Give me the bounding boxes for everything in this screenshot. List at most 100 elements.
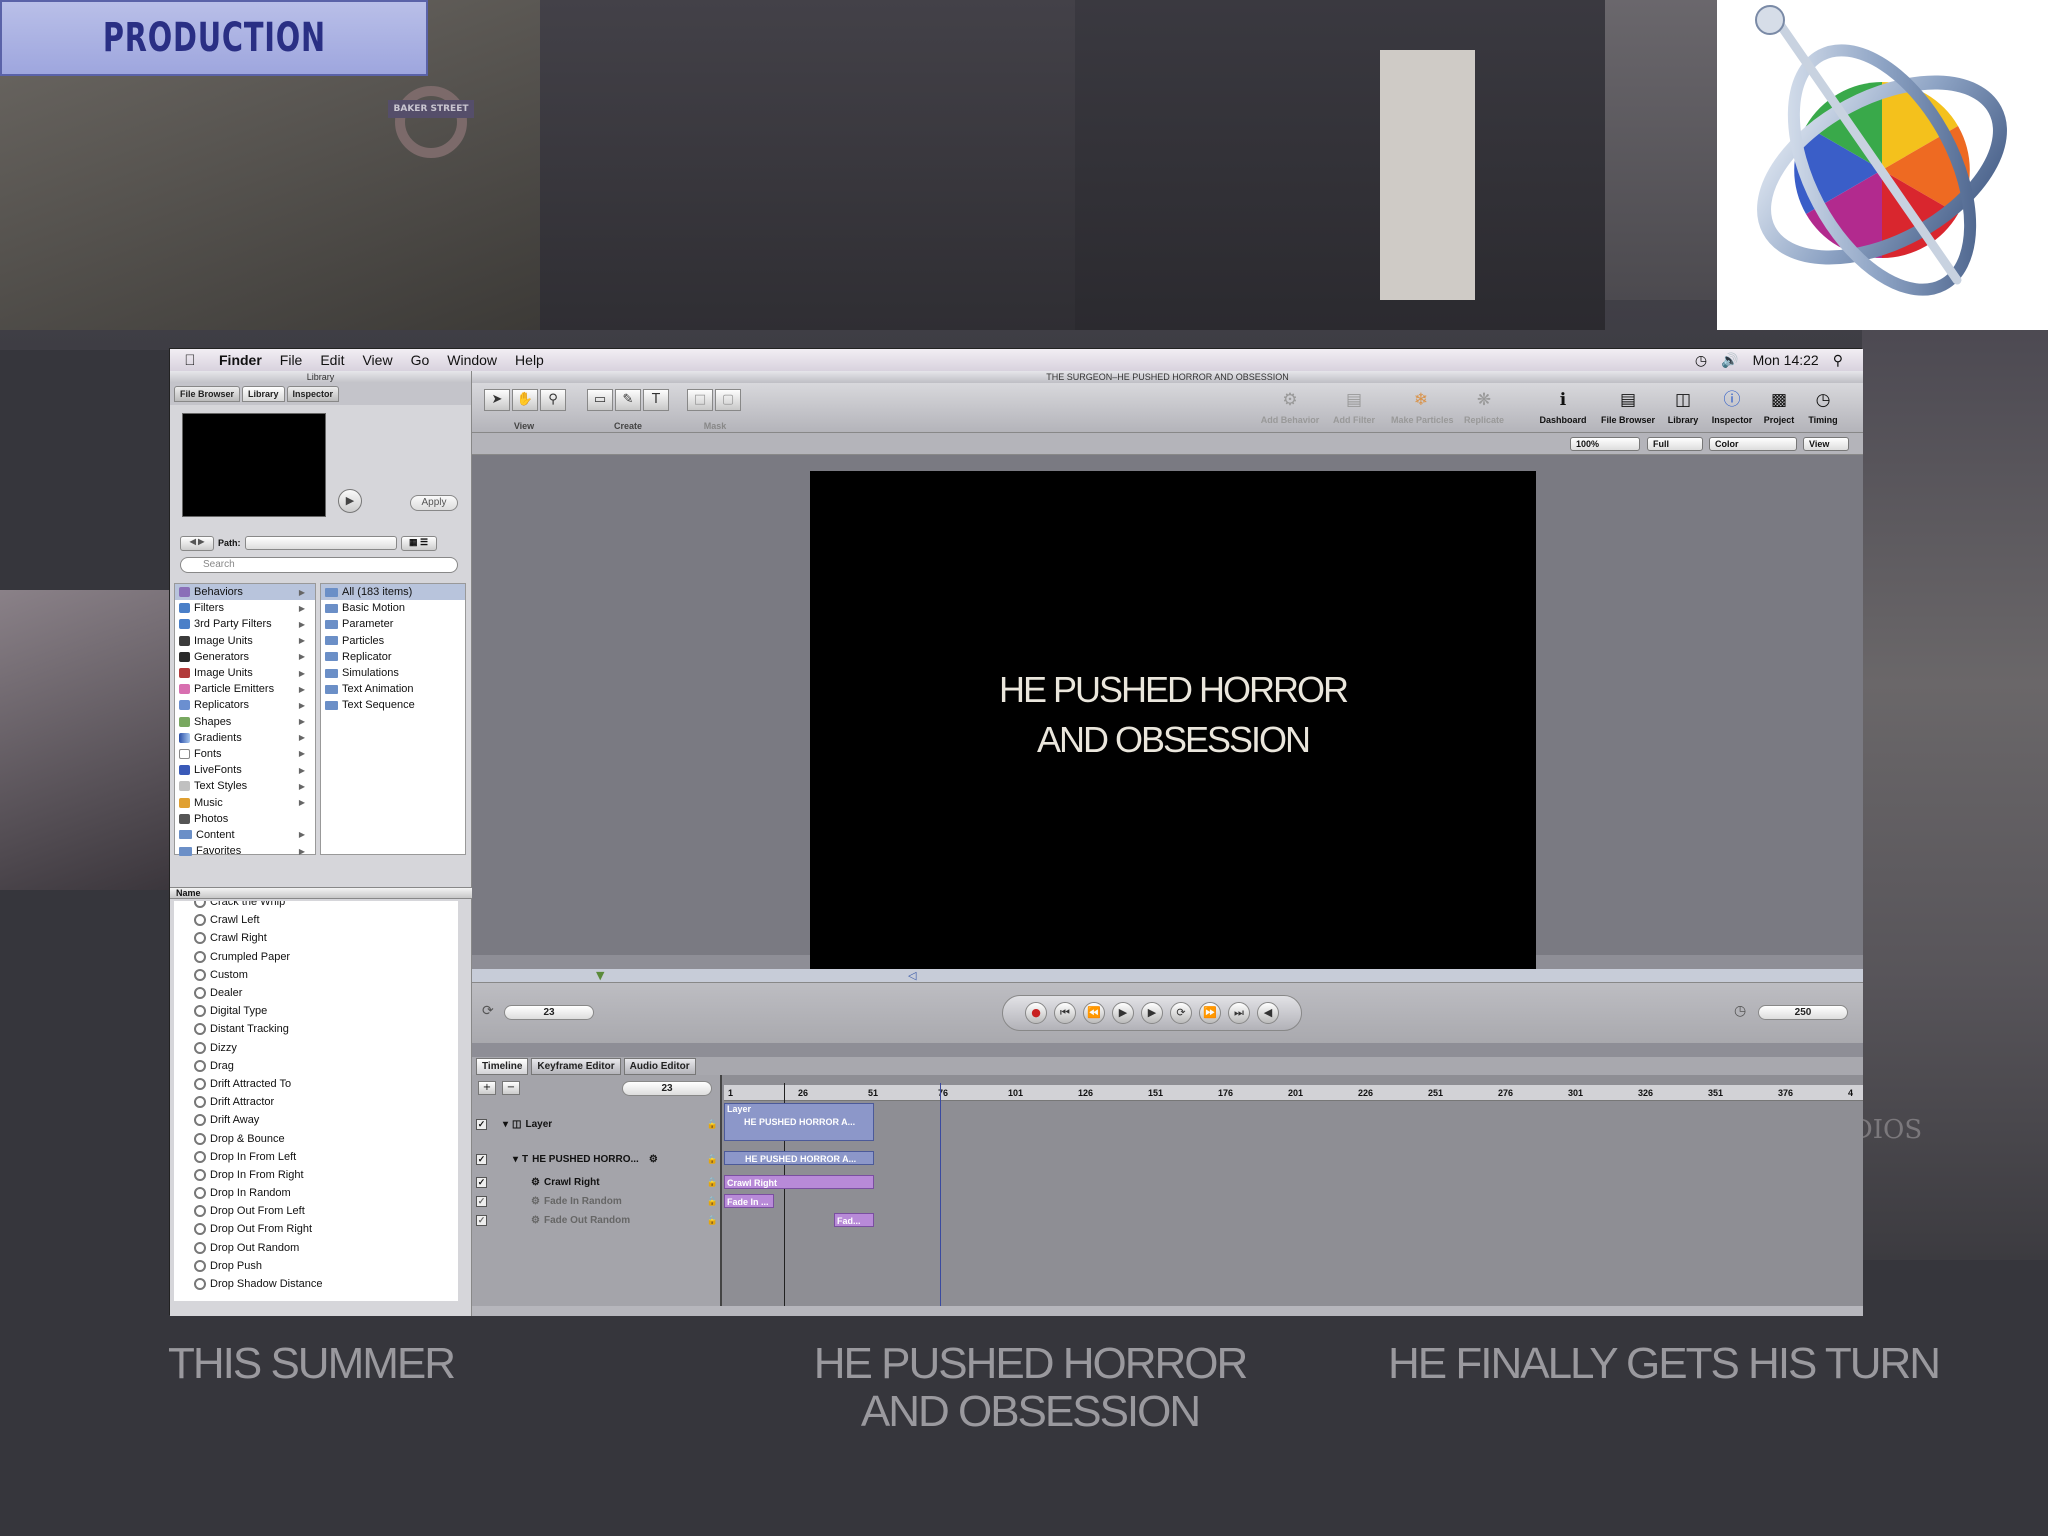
behavior-list-item[interactable]: Drift Away	[174, 1111, 458, 1129]
behavior-list-item[interactable]: Distant Tracking	[174, 1020, 458, 1038]
behavior-list-item[interactable]: Drop Push	[174, 1257, 458, 1275]
category-item[interactable]: Generators ▶	[175, 649, 315, 665]
subcategory-item[interactable]: Particles	[321, 633, 465, 649]
playhead-marker-icon[interactable]: ▼	[596, 969, 604, 982]
menu-edit[interactable]: Edit	[311, 352, 353, 368]
crawl-right-bar[interactable]: Crawl Right	[724, 1175, 874, 1189]
category-item[interactable]: Image Units ▶	[175, 665, 315, 681]
subcategory-item[interactable]: All (183 items)	[321, 584, 465, 601]
category-item[interactable]: LiveFonts ▶	[175, 762, 315, 778]
text-layer-bar[interactable]: HE PUSHED HORROR A...	[724, 1151, 874, 1165]
behavior-list-item[interactable]: Drop Out From Left	[174, 1202, 458, 1220]
behavior-list-item[interactable]: Dizzy	[174, 1039, 458, 1057]
record-icon[interactable]: ●	[1025, 1002, 1047, 1024]
view-mode-buttons[interactable]: ▦ ☰	[400, 535, 437, 551]
canvas-title-text[interactable]: HE PUSHED HORROR AND OBSESSION	[999, 665, 1349, 765]
tab-audio-editor[interactable]: Audio Editor	[623, 1058, 696, 1075]
zoom-popup[interactable]: 100%	[1570, 437, 1640, 451]
bezier-tool-icon[interactable]: ✎	[615, 389, 641, 411]
pan-tool-icon[interactable]: ✋	[512, 389, 538, 411]
behavior-list-item[interactable]: Drop Out From Right	[174, 1220, 458, 1238]
zoom-tool-icon[interactable]: ⚲	[540, 389, 566, 411]
layer-row[interactable]: ✓ ▾ ◫ Layer 🔒	[472, 1111, 722, 1137]
behavior-list-item[interactable]: Crumpled Paper	[174, 948, 458, 966]
lock-icon[interactable]: 🔒	[707, 1196, 718, 1207]
library-search-field[interactable]: Search	[180, 557, 458, 573]
loop-icon[interactable]: ⟳	[482, 1003, 494, 1019]
rectangle-tool-icon[interactable]: ▭	[587, 389, 613, 411]
timeline-scrollbar[interactable]	[472, 1306, 1863, 1316]
go-to-start-icon[interactable]: ⏮	[1054, 1002, 1076, 1024]
disclosure-triangle-icon[interactable]: ▾	[503, 1119, 508, 1130]
library-button[interactable]: ◫ Library	[1663, 389, 1703, 425]
out-point-marker-icon[interactable]: ◁	[908, 969, 916, 982]
mask-bezier-icon[interactable]: ▢	[715, 389, 741, 411]
subcategory-item[interactable]: Parameter	[321, 616, 465, 632]
end-frame-field[interactable]: 250	[1758, 1005, 1848, 1020]
play-icon[interactable]: ▶	[1112, 1002, 1134, 1024]
menu-file[interactable]: File	[271, 352, 312, 368]
subcategory-item[interactable]: Replicator	[321, 649, 465, 665]
out-point-line[interactable]	[940, 1083, 941, 1306]
dashboard-button[interactable]: ℹ Dashboard	[1539, 389, 1586, 425]
time-machine-icon[interactable]: ◷	[1695, 352, 1707, 369]
layer-row[interactable]: ✓ ⚙ Crawl Right 🔒	[472, 1173, 722, 1191]
behavior-list-item[interactable]: Drift Attractor	[174, 1093, 458, 1111]
subcategory-item[interactable]: Simulations	[321, 665, 465, 681]
select-tool-icon[interactable]: ➤	[484, 389, 510, 411]
subcategory-item[interactable]: Text Sequence	[321, 697, 465, 713]
channels-popup[interactable]: Color	[1709, 437, 1797, 451]
lock-icon[interactable]: 🔒	[707, 1215, 718, 1226]
make-particles-button[interactable]: ❄ Make Particles	[1391, 389, 1454, 425]
category-item[interactable]: Filters ▶	[175, 600, 315, 616]
layer-enable-checkbox[interactable]: ✓	[476, 1214, 487, 1226]
fade-in-bar[interactable]: Fade In ...	[724, 1194, 774, 1208]
category-item[interactable]: Text Styles ▶	[175, 778, 315, 794]
subcategory-item[interactable]: Text Animation	[321, 681, 465, 697]
gear-icon[interactable]: ⚙	[649, 1154, 658, 1165]
clock[interactable]: Mon 14:22	[1753, 352, 1819, 368]
behavior-list-item[interactable]: Custom	[174, 966, 458, 984]
menu-go[interactable]: Go	[402, 352, 439, 368]
tab-timeline[interactable]: Timeline	[476, 1058, 529, 1075]
file-browser-button[interactable]: ▤ File Browser	[1601, 389, 1655, 425]
category-item[interactable]: 3rd Party Filters ▶	[175, 616, 315, 632]
category-item[interactable]: Replicators ▶	[175, 697, 315, 713]
replicate-button[interactable]: ❋ Replicate	[1464, 389, 1504, 425]
behavior-list-item[interactable]: Drift Attracted To	[174, 1075, 458, 1093]
text-tool-icon[interactable]: T	[643, 389, 669, 411]
view-popup[interactable]: View	[1803, 437, 1849, 451]
category-item[interactable]: Content ▶	[175, 827, 315, 843]
behavior-list-item[interactable]: Crawl Left	[174, 911, 458, 929]
loop-playback-icon[interactable]: ⟳	[1170, 1002, 1192, 1024]
category-item[interactable]: Fonts ▶	[175, 746, 315, 762]
timing-button[interactable]: ◷ Timing	[1803, 389, 1843, 425]
spotlight-icon[interactable]: ⚲	[1833, 352, 1843, 369]
menu-help[interactable]: Help	[506, 352, 553, 368]
behavior-list-item[interactable]: Drop In Random	[174, 1184, 458, 1202]
category-item[interactable]: Image Units ▶	[175, 633, 315, 649]
mini-timeline[interactable]: ▼ ◁	[472, 969, 1863, 983]
preview-play-button[interactable]: ▶	[338, 489, 362, 513]
layer-enable-checkbox[interactable]: ✓	[476, 1153, 487, 1165]
menu-view[interactable]: View	[353, 352, 401, 368]
timeline-ruler[interactable]: 1 26 51 76 101 126 151 176 201 226 251 276 301 326 351…	[724, 1085, 1863, 1101]
tab-inspector[interactable]: Inspector	[286, 386, 340, 402]
tab-file-browser[interactable]: File Browser	[174, 386, 241, 402]
behavior-list-item[interactable]: Drop Out Random	[174, 1239, 458, 1257]
path-popup[interactable]	[244, 536, 397, 550]
menu-finder[interactable]: Finder	[210, 352, 271, 368]
remove-layer-button[interactable]: −	[502, 1081, 520, 1095]
fade-out-bar[interactable]: Fad...	[834, 1213, 874, 1227]
behavior-list-item[interactable]: Drop & Bounce	[174, 1129, 458, 1147]
tab-library[interactable]: Library	[242, 386, 285, 402]
add-behavior-button[interactable]: ⚙ Add Behavior	[1261, 389, 1320, 425]
icon-size-slider[interactable]	[170, 1306, 472, 1316]
layer-row[interactable]: ✓ ▾ T HE PUSHED HORRO... ⚙ 🔒	[472, 1149, 722, 1169]
behavior-list-item[interactable]: Drop In From Right	[174, 1166, 458, 1184]
disclosure-triangle-icon[interactable]: ▾	[513, 1154, 518, 1165]
audio-icon[interactable]: ◀	[1257, 1002, 1279, 1024]
mask-rect-icon[interactable]: □	[687, 389, 713, 411]
track-area[interactable]: 1 26 51 76 101 126 151 176 201 226 251 276 301 326 351…	[724, 1075, 1863, 1306]
inspector-button[interactable]: ⓘ Inspector	[1712, 389, 1753, 425]
